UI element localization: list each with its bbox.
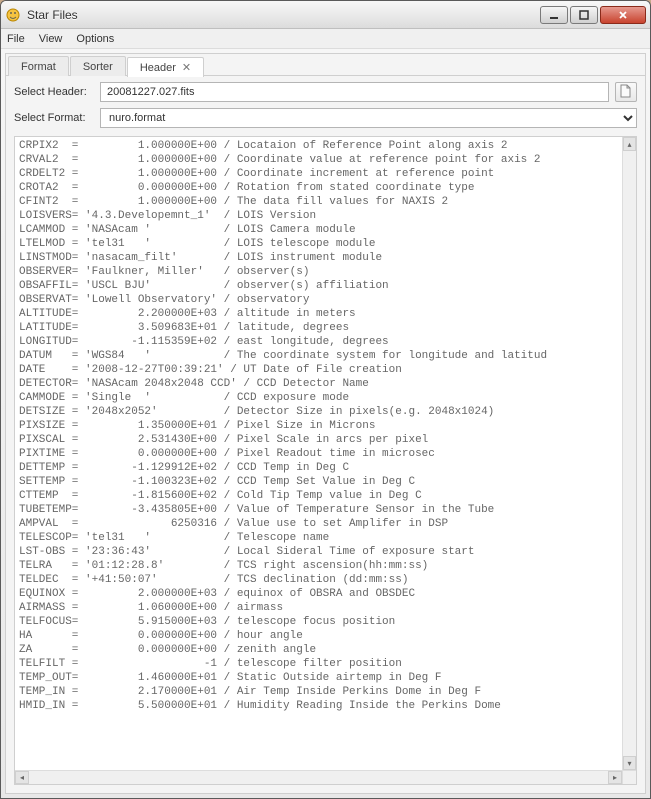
client-area: Format Sorter Header ✕ Select Header: Se… <box>5 53 646 794</box>
close-button[interactable] <box>600 6 646 24</box>
scroll-left-arrow-icon[interactable]: ◂ <box>15 771 29 784</box>
select-format-label: Select Format: <box>14 112 94 124</box>
select-header-label: Select Header: <box>14 86 94 98</box>
select-header-input[interactable] <box>100 82 609 102</box>
header-content: CRPIX2 = 1.000000E+00 / Locataion of Ref… <box>14 136 637 785</box>
menu-view[interactable]: View <box>39 33 63 45</box>
menu-file[interactable]: File <box>7 33 25 45</box>
minimize-button[interactable] <box>540 6 568 24</box>
browse-button[interactable] <box>615 82 637 102</box>
close-icon[interactable]: ✕ <box>182 61 191 74</box>
tab-label: Format <box>21 61 56 73</box>
select-format-dropdown[interactable]: nuro.format <box>100 108 637 128</box>
window-buttons <box>540 6 646 24</box>
titlebar: Star Files <box>1 1 650 29</box>
select-format-row: Select Format: nuro.format <box>6 102 645 128</box>
header-text: CRPIX2 = 1.000000E+00 / Locataion of Ref… <box>15 137 622 770</box>
maximize-button[interactable] <box>570 6 598 24</box>
tab-label: Header <box>140 62 176 74</box>
window-title: Star Files <box>27 8 540 22</box>
scroll-up-arrow-icon[interactable]: ▴ <box>623 137 636 151</box>
scroll-down-arrow-icon[interactable]: ▾ <box>623 756 636 770</box>
menu-options[interactable]: Options <box>76 33 114 45</box>
tab-header[interactable]: Header ✕ <box>127 57 204 77</box>
menubar: File View Options <box>1 29 650 49</box>
tab-label: Sorter <box>83 61 113 73</box>
vertical-scrollbar[interactable]: ▴ ▾ <box>622 137 636 770</box>
app-icon <box>5 7 21 23</box>
tab-format[interactable]: Format <box>8 56 69 76</box>
select-header-row: Select Header: <box>6 76 645 102</box>
tab-sorter[interactable]: Sorter <box>70 56 126 76</box>
window: Star Files File View Options Format Sort… <box>0 0 651 799</box>
file-icon <box>620 84 632 101</box>
tabs: Format Sorter Header ✕ <box>6 54 645 76</box>
horizontal-scrollbar[interactable]: ◂ ▸ <box>15 770 622 784</box>
scroll-right-arrow-icon[interactable]: ▸ <box>608 771 622 784</box>
scroll-corner <box>622 770 636 784</box>
